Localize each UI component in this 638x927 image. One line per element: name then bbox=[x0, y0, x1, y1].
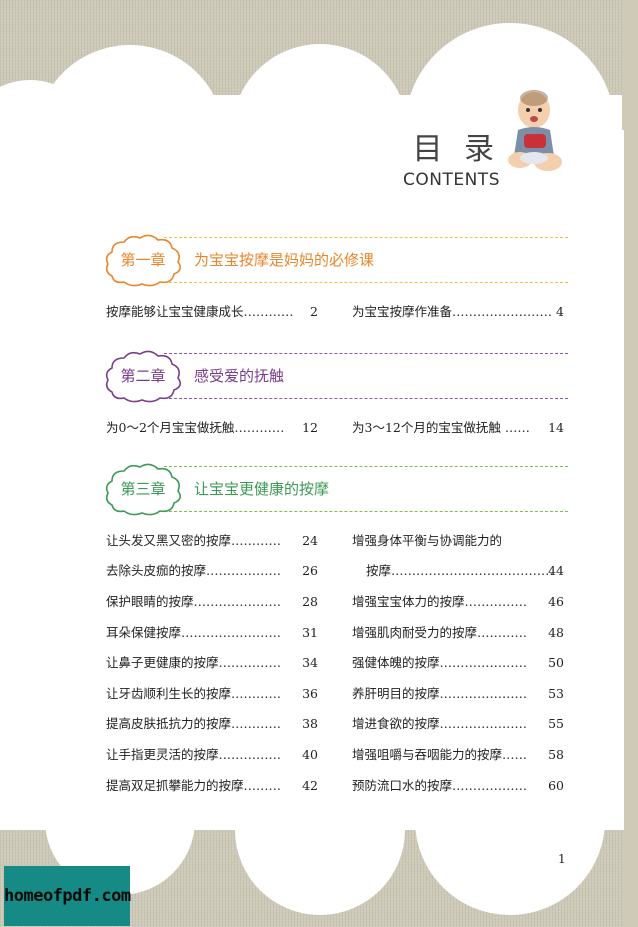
toc-entry-label: 增强肌肉耐受力的按摩………… bbox=[352, 625, 528, 640]
toc-entry[interactable]: 为宝宝按摩作准备…………………… 4 bbox=[352, 302, 564, 322]
watermark[interactable]: homeofpdf.com bbox=[4, 866, 131, 926]
toc-entry-page: 34 bbox=[302, 655, 318, 670]
toc-entry-label: 去除头皮痂的按摩……………… bbox=[106, 563, 282, 578]
toc-entry[interactable]: 增强肌肉耐受力的按摩………… 48 bbox=[352, 623, 564, 643]
toc-entry-label: 耳朵保健按摩…………………… bbox=[106, 625, 282, 640]
toc-entry[interactable]: 增强身体平衡与协调能力的 bbox=[352, 531, 564, 551]
toc-entry-page: 26 bbox=[302, 563, 318, 578]
toc-entry[interactable]: 养肝明目的按摩………………… 53 bbox=[352, 684, 564, 704]
toc-entry-page: 53 bbox=[548, 686, 564, 701]
chapter-1-header[interactable]: 第一章 为宝宝按摩是妈妈的必修课 bbox=[102, 232, 568, 288]
toc-entry[interactable]: 增进食欲的按摩………………… 55 bbox=[352, 714, 564, 734]
toc-entry-page: 4 bbox=[556, 304, 564, 319]
chapter-badge-label: 第二章 bbox=[120, 367, 166, 385]
chapter-title: 感受爱的抚触 bbox=[194, 367, 285, 385]
toc-entry-label: 让手指更灵活的按摩…………… bbox=[106, 747, 282, 762]
toc-entry-page: 42 bbox=[302, 778, 318, 793]
toc-entry-page: 55 bbox=[548, 716, 564, 731]
toc-entry-page: 28 bbox=[302, 594, 318, 609]
toc-entry-label: 养肝明目的按摩………………… bbox=[352, 686, 528, 701]
chapter-title: 为宝宝按摩是妈妈的必修课 bbox=[194, 251, 375, 269]
toc-entry[interactable]: 按摩………………………………… 44 bbox=[366, 561, 564, 581]
toc-entry[interactable]: 增强宝宝体力的按摩…………… 46 bbox=[352, 592, 564, 612]
toc-entry[interactable]: 提高皮肤抵抗力的按摩………… 38 bbox=[106, 714, 318, 734]
toc-entry[interactable]: 强健体魄的按摩………………… 50 bbox=[352, 653, 564, 673]
toc-entry-label: 为0～2个月宝宝做抚触………… bbox=[106, 420, 285, 435]
toc-entry[interactable]: 让头发又黑又密的按摩………… 24 bbox=[106, 531, 318, 551]
toc-entry-label: 提高双足抓攀能力的按摩……… bbox=[106, 778, 282, 793]
page-number: 1 bbox=[558, 852, 566, 866]
toc-entry-page: 14 bbox=[548, 420, 564, 435]
toc-entry[interactable]: 为0～2个月宝宝做抚触………… 12 bbox=[106, 418, 318, 438]
toc-entry-label: 为3～12个月的宝宝做抚触 …… bbox=[352, 420, 530, 435]
toc-entry-page: 40 bbox=[302, 747, 318, 762]
toc-entry[interactable]: 保护眼睛的按摩………………… 28 bbox=[106, 592, 318, 612]
toc-entry-page: 44 bbox=[548, 563, 564, 578]
chapter-badge-label: 第一章 bbox=[120, 251, 166, 269]
chapter-3-header[interactable]: 第三章 让宝宝更健康的按摩 bbox=[102, 461, 568, 517]
toc-entry-label: 强健体魄的按摩………………… bbox=[352, 655, 528, 670]
toc-title: 目 录 bbox=[412, 132, 500, 167]
chapter-badge-label: 第三章 bbox=[120, 480, 166, 498]
toc-entry-page: 12 bbox=[302, 420, 318, 435]
baby-photo bbox=[508, 90, 562, 171]
toc-entry-label: 让头发又黑又密的按摩………… bbox=[106, 533, 282, 548]
toc-entry[interactable]: 去除头皮痂的按摩……………… 26 bbox=[106, 561, 318, 581]
toc-entry[interactable]: 预防流口水的按摩……………… 60 bbox=[352, 776, 564, 796]
toc-heading: 目 录 CONTENTS bbox=[380, 124, 500, 190]
toc-entry-page: 2 bbox=[310, 304, 318, 319]
toc-entry[interactable]: 为3～12个月的宝宝做抚触 …… 14 bbox=[352, 418, 564, 438]
toc-entry-label: 保护眼睛的按摩………………… bbox=[106, 594, 282, 609]
toc-title-en: CONTENTS bbox=[403, 170, 500, 190]
toc-entry-label: 增强宝宝体力的按摩…………… bbox=[352, 594, 528, 609]
toc-entry-label: 让牙齿顺利生长的按摩………… bbox=[106, 686, 282, 701]
toc-entry-label: 按摩………………………………… bbox=[366, 563, 554, 578]
toc-entry[interactable]: 增强咀嚼与吞咽能力的按摩…… 58 bbox=[352, 745, 564, 765]
toc-entry-label: 让鼻子更健康的按摩…………… bbox=[106, 655, 282, 670]
toc-entry-label: 增进食欲的按摩………………… bbox=[352, 716, 528, 731]
toc-entry[interactable]: 耳朵保健按摩…………………… 31 bbox=[106, 623, 318, 643]
toc-entry-page: 46 bbox=[548, 594, 564, 609]
toc-entry-label: 预防流口水的按摩……………… bbox=[352, 778, 528, 793]
toc-entry-page: 48 bbox=[548, 625, 564, 640]
chapter-2-header[interactable]: 第二章 感受爱的抚触 bbox=[102, 348, 568, 404]
toc-entry[interactable]: 让鼻子更健康的按摩…………… 34 bbox=[106, 653, 318, 673]
toc-entry-label: 提高皮肤抵抗力的按摩………… bbox=[106, 716, 282, 731]
toc-entry-page: 60 bbox=[548, 778, 564, 793]
toc-entry-page: 58 bbox=[548, 747, 564, 762]
toc-entry[interactable]: 按摩能够让宝宝健康成长………… 2 bbox=[106, 302, 318, 322]
toc-entry[interactable]: 让牙齿顺利生长的按摩………… 36 bbox=[106, 684, 318, 704]
toc-entry-label: 按摩能够让宝宝健康成长………… bbox=[106, 304, 294, 319]
toc-entry-page: 31 bbox=[302, 625, 318, 640]
toc-entry-label: 增强身体平衡与协调能力的 bbox=[352, 533, 503, 548]
toc-entry-label: 为宝宝按摩作准备…………………… bbox=[352, 304, 553, 319]
toc-entry-page: 50 bbox=[548, 655, 564, 670]
toc-entry[interactable]: 提高双足抓攀能力的按摩……… 42 bbox=[106, 776, 318, 796]
toc-entry[interactable]: 让手指更灵活的按摩…………… 40 bbox=[106, 745, 318, 765]
chapter-title: 让宝宝更健康的按摩 bbox=[194, 480, 330, 498]
toc-entry-label: 增强咀嚼与吞咽能力的按摩…… bbox=[352, 747, 528, 762]
toc-entry-page: 24 bbox=[302, 533, 318, 548]
watermark-text: homeofpdf.com bbox=[4, 886, 131, 906]
toc-entry-page: 36 bbox=[302, 686, 318, 701]
toc-entry-page: 38 bbox=[302, 716, 318, 731]
